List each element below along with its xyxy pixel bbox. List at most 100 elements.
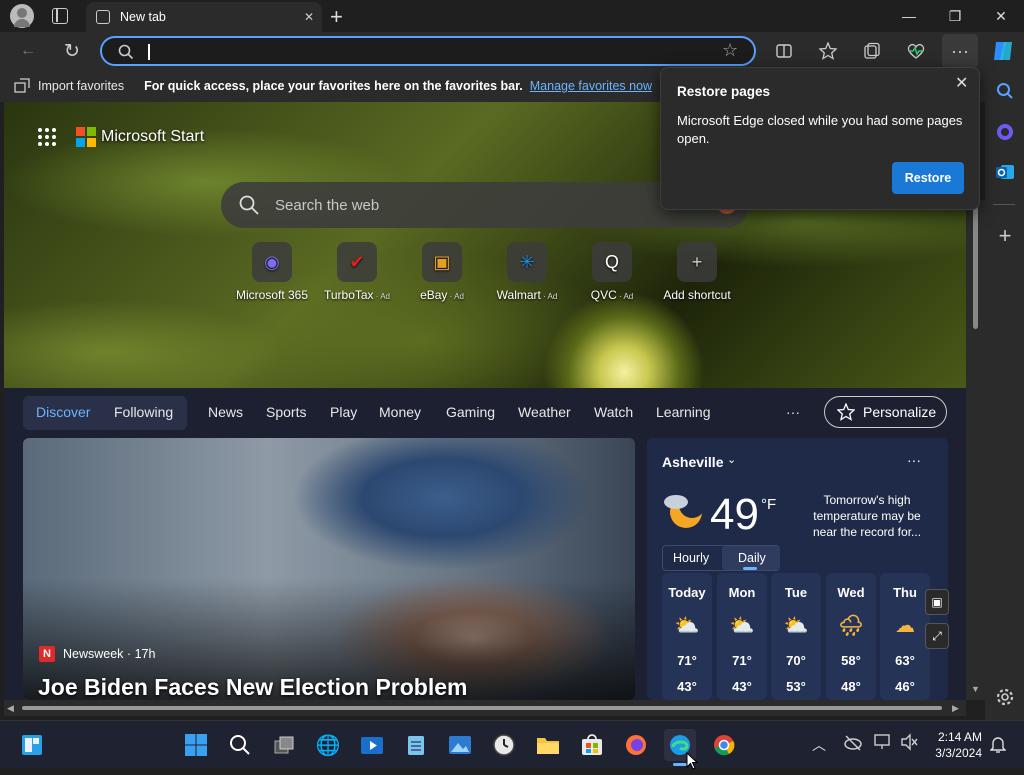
refresh-button[interactable]: ↻ [58, 38, 86, 64]
shortcut-label: QVC [590, 288, 617, 302]
shortcut-tile[interactable]: ✔ TurboTax · Ad [315, 242, 399, 302]
back-button[interactable]: ← [14, 38, 42, 64]
notepad-icon[interactable] [400, 729, 432, 761]
title-bar: New tab ✕ + — ❐ ✕ [0, 0, 1024, 32]
top-story-card[interactable]: N Newsweek · 17h Joe Biden Faces New Ele… [23, 438, 635, 700]
scroll-right-arrow[interactable]: ▶ [952, 703, 959, 714]
more-tabs-button[interactable]: ··· [786, 404, 800, 420]
sidebar-add-icon[interactable]: + [993, 223, 1017, 248]
story-headline[interactable]: Joe Biden Faces New Election Problem [38, 674, 467, 700]
expand-icon[interactable]: ⤢ [925, 623, 949, 649]
notifications-bell-icon[interactable] [989, 735, 1007, 758]
weather-more-button[interactable]: ··· [907, 452, 921, 468]
import-favorites-button[interactable]: Import favorites [38, 79, 124, 93]
onedrive-icon[interactable] [843, 733, 863, 756]
chevron-down-icon[interactable]: ⌄ [727, 453, 736, 466]
show-hidden-icons-chevron-icon[interactable]: ︿ [812, 735, 826, 755]
settings-more-icon[interactable]: ··· [942, 34, 978, 68]
toolbar: ← ↻ ☆ ··· [0, 32, 1024, 70]
widgets-icon[interactable] [16, 729, 48, 761]
tab-daily[interactable]: Daily [738, 551, 766, 565]
sidebar-settings-icon[interactable] [993, 685, 1017, 709]
tab-following[interactable]: Following [114, 404, 173, 420]
tab-hourly[interactable]: Hourly [673, 551, 709, 565]
weather-city[interactable]: Asheville [662, 454, 723, 470]
firefox-icon[interactable] [620, 729, 652, 761]
forecast-high: 70° [786, 653, 806, 668]
address-bar[interactable]: ☆ [100, 36, 756, 66]
tab-new-tab[interactable]: New tab ✕ [86, 2, 322, 32]
taskbar-search-icon[interactable] [224, 729, 256, 761]
new-tab-button[interactable]: + [330, 4, 343, 30]
copilot-icon[interactable] [990, 38, 1016, 64]
tab-money[interactable]: Money [379, 404, 421, 420]
file-explorer-icon[interactable] [532, 729, 564, 761]
story-age: 17h [134, 647, 156, 661]
vertical-scrollbar[interactable]: ▼ [966, 200, 985, 700]
shortcut-tile[interactable]: ◉ Microsoft 365 [230, 242, 314, 302]
horizontal-scrollbar[interactable]: ◀ ▶ [4, 700, 966, 716]
sidebar-search-icon[interactable] [993, 79, 1017, 103]
browser-essentials-icon[interactable] [902, 38, 930, 64]
forecast-day[interactable]: Wed 🌧 58° 48° [826, 573, 876, 700]
scroll-down-arrow[interactable]: ▼ [971, 684, 980, 694]
collections-icon[interactable] [858, 38, 886, 64]
media-player-icon[interactable] [356, 729, 388, 761]
tab-news[interactable]: News [208, 404, 243, 420]
forecast-day[interactable]: Thu ☁ 63° 46° [880, 573, 930, 700]
tab-discover[interactable]: Discover [36, 404, 90, 420]
outlook-icon[interactable] [993, 160, 1017, 184]
sidebar-copilot-icon[interactable] [993, 120, 1017, 144]
tab-close-icon[interactable]: ✕ [304, 10, 314, 24]
shortcut-label: Add shortcut [663, 288, 731, 302]
tab-gaming[interactable]: Gaming [446, 404, 495, 420]
favorites-icon[interactable] [814, 38, 842, 64]
popup-close-icon[interactable]: ✕ [955, 73, 968, 93]
photos-icon[interactable] [444, 729, 476, 761]
weather-temperature: 49 [710, 490, 759, 539]
personalize-button[interactable]: Personalize [824, 396, 947, 428]
network-icon[interactable] [874, 733, 892, 756]
microsoft-start-brand[interactable]: Microsoft Start [101, 128, 204, 146]
scroll-thumb[interactable] [973, 204, 978, 329]
microsoft-logo-icon [76, 127, 96, 147]
tab-sports[interactable]: Sports [266, 404, 306, 420]
chrome-icon[interactable] [708, 729, 740, 761]
forecast-day[interactable]: Today ⛅ 71° 43° [662, 573, 712, 700]
tab-watch[interactable]: Watch [594, 404, 633, 420]
tab-learning[interactable]: Learning [656, 404, 711, 420]
forecast-low: 43° [732, 679, 752, 694]
tab-weather[interactable]: Weather [518, 404, 571, 420]
minimize-button[interactable]: — [886, 0, 932, 32]
horizontal-scroll-thumb[interactable] [22, 706, 942, 710]
shortcut-tile[interactable]: ▣ eBay · Ad [400, 242, 484, 302]
forecast-day[interactable]: Tue ⛅ 70° 53° [771, 573, 821, 700]
start-icon[interactable] [180, 729, 212, 761]
split-screen-icon[interactable] [770, 38, 798, 64]
volume-muted-icon[interactable] [900, 733, 918, 756]
forecast-day-label: Today [668, 585, 706, 600]
clock[interactable]: 2:14 AM 3/3/2024 [928, 729, 982, 761]
shortcut-tile[interactable]: ✳ Walmart · Ad [485, 242, 569, 302]
weather-note[interactable]: Tomorrow's high temperature may be near … [807, 492, 927, 540]
app-launcher-icon[interactable] [38, 128, 56, 146]
restore-window-button[interactable]: ❐ [932, 0, 978, 32]
internet-explorer-icon[interactable]: 🌐 [312, 729, 344, 761]
close-window-button[interactable]: ✕ [978, 0, 1024, 32]
image-feedback-icon[interactable]: ▣ [925, 589, 949, 615]
favorite-star-icon[interactable]: ☆ [722, 40, 738, 61]
shortcut-tile[interactable]: + Add shortcut [655, 242, 739, 302]
restore-button[interactable]: Restore [892, 162, 964, 194]
forecast-low: 48° [841, 679, 861, 694]
moon-cloud-icon [662, 488, 706, 532]
tab-actions-icon[interactable] [52, 8, 68, 24]
task-view-icon[interactable] [268, 729, 300, 761]
forecast-day[interactable]: Mon ⛅ 71° 43° [717, 573, 767, 700]
profile-avatar[interactable] [10, 4, 34, 28]
scroll-left-arrow[interactable]: ◀ [7, 703, 14, 714]
shortcut-tile[interactable]: Q QVC · Ad [570, 242, 654, 302]
microsoft-store-icon[interactable] [576, 729, 608, 761]
tab-play[interactable]: Play [330, 404, 357, 420]
manage-favorites-link[interactable]: Manage favorites now [530, 79, 652, 93]
clock-app-icon[interactable] [488, 729, 520, 761]
